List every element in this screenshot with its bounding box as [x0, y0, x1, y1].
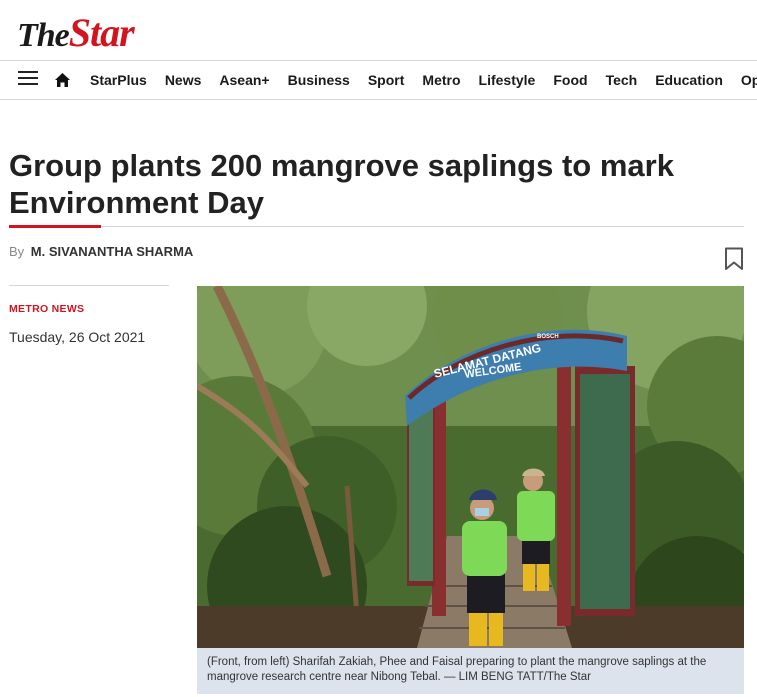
article-headline: Group plants 200 mangrove saplings to ma…: [9, 148, 674, 220]
nav-item-food[interactable]: Food: [553, 72, 587, 88]
byline: By M. SIVANANTHA SHARMA: [9, 244, 193, 259]
photo-caption: (Front, from left) Sharifah Zakiah, Phee…: [197, 648, 744, 694]
logo-the: The: [17, 17, 70, 54]
headline-divider: [9, 226, 744, 227]
sidebar-divider: [9, 285, 169, 286]
nav-item-lifestyle[interactable]: Lifestyle: [479, 72, 536, 88]
author-name[interactable]: M. SIVANANTHA SHARMA: [31, 244, 194, 259]
bookmark-icon[interactable]: [724, 247, 744, 271]
nav-item-metro[interactable]: Metro: [422, 72, 460, 88]
arch-sponsor-text: BOSCH: [537, 334, 559, 340]
hamburger-icon[interactable]: [18, 71, 38, 87]
nav-item-tech[interactable]: Tech: [606, 72, 638, 88]
the-star-logo[interactable]: TheStar: [17, 9, 135, 56]
byline-prefix: By: [9, 244, 25, 259]
nav-items: StarPlus News Asean+ Business Sport Metr…: [90, 61, 757, 99]
masthead: TheStar: [0, 0, 757, 60]
publish-date: Tuesday, 26 Oct 2021: [9, 329, 146, 345]
nav-item-opinion[interactable]: Opinion: [741, 72, 757, 88]
nav-item-starplus[interactable]: StarPlus: [90, 72, 147, 88]
headline-accent-bar: [9, 225, 101, 228]
home-icon[interactable]: [55, 73, 70, 87]
logo-star: Star: [68, 10, 135, 55]
nav-item-asean[interactable]: Asean+: [219, 72, 269, 88]
nav-item-sport[interactable]: Sport: [368, 72, 405, 88]
main-navigation: StarPlus News Asean+ Business Sport Metr…: [0, 60, 757, 100]
nav-item-business[interactable]: Business: [288, 72, 350, 88]
nav-item-news[interactable]: News: [165, 72, 202, 88]
nav-item-education[interactable]: Education: [655, 72, 723, 88]
article-photo: SELAMAT DATANG WELCOME BOSCH: [197, 286, 744, 648]
category-label[interactable]: METRO NEWS: [9, 303, 84, 315]
